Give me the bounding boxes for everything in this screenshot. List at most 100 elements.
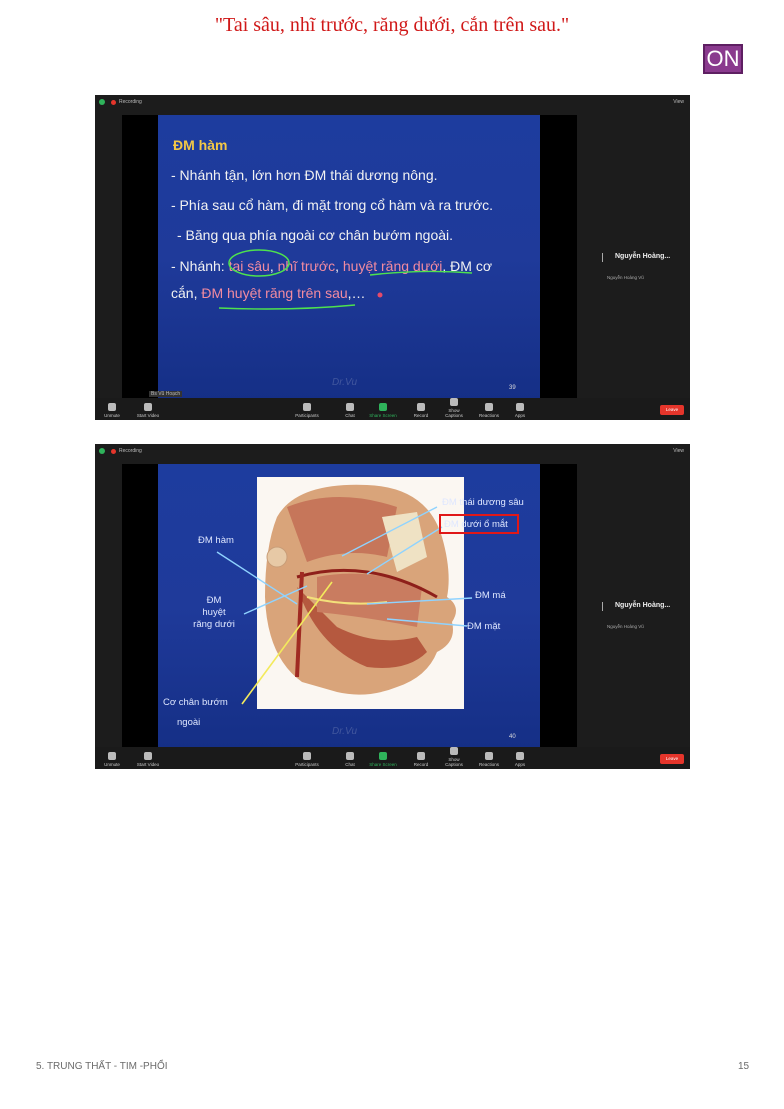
label-co-chan-buom: Cơ chân bướm [163, 697, 228, 708]
share-screen-button[interactable]: Share Screen [368, 752, 398, 767]
speaker-tag: Bs Vũ Hoạch [149, 391, 183, 397]
label-dm-ham: ĐM hàm [198, 535, 234, 546]
share-screen-icon [379, 752, 387, 760]
underline-annotation [369, 270, 473, 276]
start-video-button[interactable]: Start Video [133, 403, 163, 418]
record-icon [417, 752, 425, 760]
apps-label: Apps [514, 762, 526, 767]
apps-button[interactable]: Apps [505, 752, 535, 767]
share-screen-label: Share Screen [369, 762, 397, 767]
participants-label: Participants [295, 413, 319, 418]
view-button[interactable]: View [673, 448, 684, 454]
record-icon [417, 403, 425, 411]
chat-button[interactable]: Chat [335, 752, 365, 767]
participants-label: Participants [295, 762, 319, 767]
share-screen-icon [379, 403, 387, 411]
show-captions-button[interactable]: Show Captions [439, 747, 469, 767]
slide-watermark: Dr.Vu [332, 377, 358, 388]
captions-label: Show Captions [445, 757, 463, 767]
reactions-button[interactable]: Reactions [474, 752, 504, 767]
video-off-icon [144, 403, 152, 411]
underline-annotation [218, 304, 356, 310]
reactions-label: Reactions [478, 413, 499, 418]
label-huyet-rang-duoi: ĐM huyệt răng dưới [193, 595, 235, 630]
participants-button[interactable]: Participants [292, 752, 322, 767]
start-video-label: Start Video [136, 413, 160, 418]
slide-watermark: Dr.Vu [332, 726, 358, 737]
captions-label: Show Captions [445, 408, 463, 418]
unmute-button[interactable]: Unmute [97, 752, 127, 767]
slide-page-number: 39 [509, 385, 516, 391]
participant-divider [602, 602, 603, 611]
video-off-icon [144, 752, 152, 760]
label-dm-mat: ĐM mặt [467, 621, 501, 632]
unmute-button[interactable]: Unmute [97, 403, 127, 418]
label-dm-ma: ĐM má [475, 590, 506, 601]
green-annotations [218, 249, 473, 310]
show-captions-button[interactable]: Show Captions [439, 398, 469, 418]
label-ngoai: ngoài [177, 717, 201, 728]
shared-slide-39: ĐM hàm - Nhánh tận, lớn hơn ĐM thái dươn… [122, 115, 577, 400]
header-quote: "Tai sâu, nhĩ trước, răng dưới, cắn trên… [214, 14, 570, 36]
chat-label: Chat [345, 413, 355, 418]
unmute-label: Unmute [104, 413, 120, 418]
record-label: Record [413, 413, 429, 418]
microphone-muted-icon [108, 752, 116, 760]
participant-subname: Nguyễn Hoàng Vũ [607, 275, 644, 280]
security-shield-icon[interactable] [99, 99, 105, 105]
recording-label: Recording [119, 448, 142, 454]
reactions-button[interactable]: Reactions [474, 403, 504, 418]
shared-slide-40: ĐM thái dương sâu ĐM dưới ổ mắt ĐM hàm Đ… [122, 464, 577, 749]
reactions-label: Reactions [478, 762, 499, 767]
participants-icon [303, 752, 311, 760]
recording-dot-icon [111, 449, 116, 454]
start-video-button[interactable]: Start Video [133, 752, 163, 767]
zoom-toolbar: Unmute Start Video Participants Chat Sha… [95, 398, 690, 420]
record-label: Record [413, 762, 429, 767]
recording-dot-icon [111, 100, 116, 105]
pointer-line [386, 618, 468, 627]
slide-page-number: 40 [509, 734, 516, 740]
zoom-topbar: Recording View [95, 444, 690, 458]
pointer-line-yellow [241, 581, 333, 705]
reactions-icon [485, 752, 493, 760]
on-badge: ON [703, 44, 743, 74]
chat-label: Chat [345, 762, 355, 767]
pointer-line [341, 506, 438, 557]
participant-name: Nguyễn Hoàng... [615, 602, 671, 609]
recording-label: Recording [119, 99, 142, 105]
share-screen-button[interactable]: Share Screen [368, 403, 398, 418]
record-button[interactable]: Record [406, 403, 436, 418]
participant-name: Nguyễn Hoàng... [615, 253, 671, 260]
zoom-window-1: Recording View ĐM hàm - Nhánh tận, lớn h… [95, 95, 690, 420]
leave-button[interactable]: Leave [660, 754, 684, 764]
apps-label: Apps [514, 413, 526, 418]
security-shield-icon[interactable] [99, 448, 105, 454]
leave-button[interactable]: Leave [660, 405, 684, 415]
view-button[interactable]: View [673, 99, 684, 105]
share-screen-label: Share Screen [369, 413, 397, 418]
record-button[interactable]: Record [406, 752, 436, 767]
reactions-icon [485, 403, 493, 411]
chat-icon [346, 403, 354, 411]
pointer-line [366, 597, 473, 605]
captions-icon [450, 398, 458, 406]
label-duoi-o-mat: ĐM dưới ổ mắt [444, 519, 508, 530]
zoom-topbar: Recording View [95, 95, 690, 109]
unmute-label: Unmute [104, 762, 120, 767]
footer-section-title: 5. TRUNG THẤT - TIM -PHỔI [36, 1061, 168, 1072]
microphone-muted-icon [108, 403, 116, 411]
pointer-line [366, 526, 443, 575]
apps-button[interactable]: Apps [505, 403, 535, 418]
captions-icon [450, 747, 458, 755]
label-thai-duong-sau: ĐM thái dương sâu [442, 497, 524, 508]
apps-icon [516, 403, 524, 411]
apps-icon [516, 752, 524, 760]
participant-subname: Nguyễn Hoàng Vũ [607, 624, 644, 629]
footer-page-number: 15 [738, 1061, 750, 1072]
participants-button[interactable]: Participants [292, 403, 322, 418]
chat-button[interactable]: Chat [335, 403, 365, 418]
circle-annotation [228, 249, 290, 277]
participant-divider [602, 253, 603, 262]
chat-icon [346, 752, 354, 760]
